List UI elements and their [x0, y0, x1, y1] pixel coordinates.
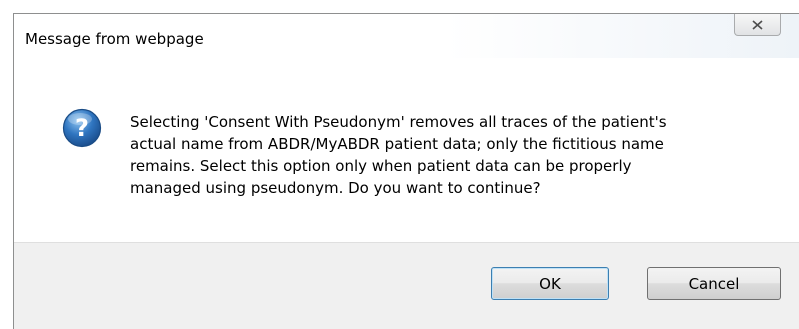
close-x-icon	[752, 19, 763, 30]
message-line: Selecting 'Consent With Pseudonym' remov…	[130, 113, 667, 131]
message-line: actual name from ABDR/MyABDR patient dat…	[130, 135, 664, 153]
title-bar[interactable]: Message from webpage	[14, 14, 799, 58]
dialog-body: ? Selecting 'Consent With Pseudonym' rem…	[14, 58, 799, 242]
message-line: managed using pseudonym. Do you want to …	[130, 179, 541, 197]
close-button[interactable]	[734, 14, 781, 36]
ok-button[interactable]: OK	[491, 267, 609, 300]
cancel-button[interactable]: Cancel	[647, 267, 781, 300]
message-text: Selecting 'Consent With Pseudonym' remov…	[130, 111, 770, 199]
message-line: remains. Select this option only when pa…	[130, 157, 632, 175]
svg-text:?: ?	[75, 114, 89, 142]
dialog-title: Message from webpage	[25, 30, 204, 48]
message-dialog: Message from webpage ? Selecting 'Consen…	[13, 13, 799, 329]
question-icon: ?	[62, 108, 102, 148]
button-bar: OK Cancel	[14, 242, 799, 329]
